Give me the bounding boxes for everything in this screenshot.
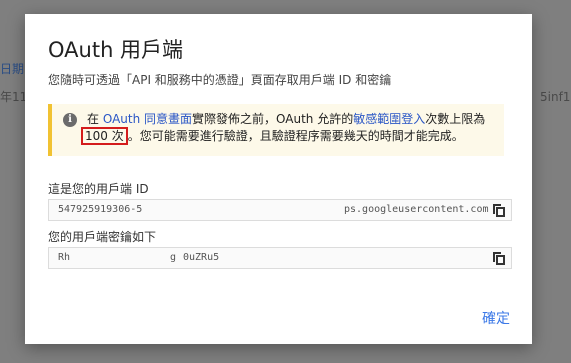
client-id-value-start: 547925919306-5: [58, 204, 143, 215]
client-id-field[interactable]: 547925919306-5 ps.googleusercontent.com: [48, 199, 512, 221]
copy-icon[interactable]: [493, 252, 505, 265]
oauth-client-dialog: OAuth 用戶端 您隨時可透過「API 和服務中的憑證」頁面存取用戶端 ID …: [25, 14, 532, 344]
sensitive-scope-link[interactable]: 敏感範圍登入: [353, 112, 425, 126]
ok-button[interactable]: 確定: [482, 308, 510, 328]
client-secret-label: 您的用戶端密鑰如下: [48, 230, 157, 244]
backdrop: [0, 0, 25, 363]
verification-notice: i 在 OAuth 同意畫面實際發佈之前，OAuth 允許的敏感範圍登入次數上限…: [48, 104, 504, 156]
background-fragment: 日期: [0, 62, 25, 76]
notice-text-1: 實際發佈之前，OAuth 允許的: [192, 112, 354, 126]
copy-icon[interactable]: [493, 204, 505, 217]
notice-text-3: 。您可能需要進行驗證，且驗證程序需要幾天的時間才能完成。: [127, 129, 464, 143]
notice-prefix: 在: [87, 112, 103, 126]
notice-text: 在 OAuth 同意畫面實際發佈之前，OAuth 允許的敏感範圍登入次數上限為 …: [81, 112, 507, 145]
client-secret-value-start: Rh: [58, 252, 71, 263]
dialog-title: OAuth 用戶端: [48, 38, 184, 62]
client-secret-field[interactable]: Rh g 0uZRu5: [48, 247, 512, 269]
dialog-subtitle: 您隨時可透過「API 和服務中的憑證」頁面存取用戶端 ID 和密鑰: [48, 73, 392, 87]
login-limit-highlight: 100 次: [81, 127, 128, 145]
client-secret-value-mid: g: [170, 252, 177, 263]
notice-text-2: 次數上限為: [425, 112, 486, 126]
background-fragment: 年11: [0, 90, 28, 104]
info-icon: i: [63, 113, 77, 127]
client-id-label: 這是您的用戶端 ID: [48, 182, 149, 196]
client-id-value-end: ps.googleusercontent.com: [344, 204, 489, 215]
client-secret-value-end: 0uZRu5: [183, 252, 220, 263]
consent-screen-link[interactable]: OAuth 同意畫面: [103, 112, 192, 126]
background-fragment: 5inf175: [540, 90, 571, 104]
